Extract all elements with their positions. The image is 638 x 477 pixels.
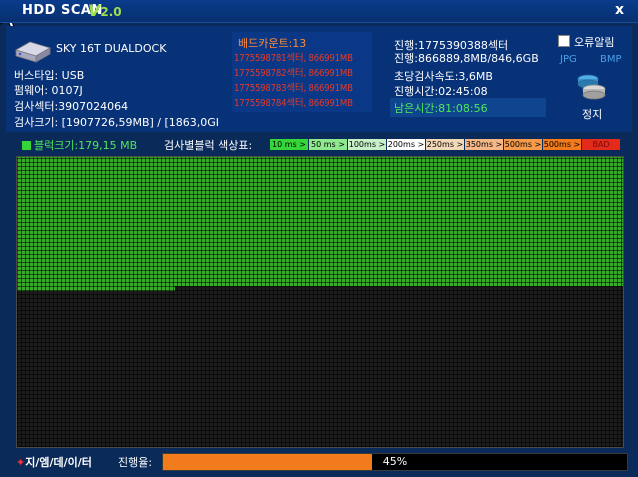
error-alarm-label: 오류알림 — [574, 36, 615, 49]
progress-text: 45% — [382, 455, 408, 468]
error-alarm-checkbox[interactable] — [558, 35, 570, 47]
legend-cell: 350ms > — [465, 139, 503, 150]
legend-cell: 250ms > — [426, 139, 464, 150]
error-alarm-option[interactable]: 오류알림 — [558, 34, 614, 50]
legend-row: 블럭크기:179,15 MB 검사별블럭 색상표: 10 ms >50 ms >… — [6, 134, 632, 154]
scan-size: 검사크기: [1907726,59MB] / [1863,0GI — [14, 116, 220, 129]
progress-amount: 진행:866889,8MB/846,6GB — [394, 52, 539, 65]
info-panel: SKY 16T DUALDOCK 버스타입: USB 펌웨어: 0107J 검사… — [6, 26, 632, 132]
bad-count: 배드카운트:13 — [238, 37, 307, 50]
block-size-swatch — [22, 141, 31, 150]
scan-speed: 초당검사속도:3,6MB — [394, 70, 493, 83]
remaining-time: 남은시간:81:08:56 — [394, 102, 488, 115]
progress-label: 진행율: — [118, 456, 153, 469]
remaining-time-box: 남은시간:81:08:56 — [390, 98, 546, 117]
block-size: 블럭크기:179,15 MB — [22, 137, 137, 153]
firmware: 펌웨어: 0107J — [14, 84, 83, 97]
format-jpg-option[interactable]: JPG — [560, 54, 577, 65]
title-bar: HDD SCAN V2.0 x — [0, 0, 638, 23]
brand-star-icon: ✦ — [16, 456, 26, 469]
stop-drives-icon[interactable] — [576, 70, 608, 102]
bus-type: 버스타입: USB — [14, 69, 85, 82]
legend-cell: 500ms > — [543, 139, 581, 150]
stop-button-label[interactable]: 정지 — [582, 106, 602, 122]
version-number: 2.0 — [100, 5, 122, 19]
bad-entry: 1775598784섹터, 866991MB — [234, 98, 353, 109]
app-version: V2.0 — [88, 1, 122, 20]
bad-entry: 1775598781섹터, 866991MB — [234, 53, 353, 64]
drive-name: SKY 16T DUALDOCK — [56, 42, 167, 55]
brand: ✦지/엠/데/이/터 — [16, 454, 92, 470]
legend-cell: BAD — [582, 139, 620, 150]
close-button[interactable]: x — [615, 2, 624, 18]
hard-drive-icon — [14, 41, 52, 63]
progress-bar: 45% — [162, 453, 628, 471]
progress-info-box: 진행:1775390388섹터 진행:866889,8MB/846,6GB 초당… — [390, 32, 550, 124]
block-size-label: 블럭크기:179,15 MB — [34, 139, 138, 152]
legend-cell: 50 ms > — [309, 139, 347, 150]
scan-block-grid — [16, 156, 624, 448]
legend-cell: 200ms > — [387, 139, 425, 150]
grid-lines — [17, 157, 623, 447]
elapsed-time: 진행시간:02:45:08 — [394, 85, 488, 98]
bad-entry: 1775598783섹터, 866991MB — [234, 83, 353, 94]
format-bmp-option[interactable]: BMP — [600, 54, 622, 65]
version-letter: V — [88, 1, 101, 20]
bad-sector-box: 배드카운트:13 1775598781섹터, 866991MB 17755987… — [232, 32, 372, 112]
legend-cell: 100ms > — [348, 139, 386, 150]
legend-label: 검사별블럭 색상표: — [164, 139, 253, 152]
footer: ✦지/엠/데/이/터 진행율: 45% — [6, 450, 632, 474]
legend-cell: 10 ms > — [270, 139, 308, 150]
legend-cell: 500ms > — [504, 139, 542, 150]
brand-label: 지/엠/데/이/터 — [25, 456, 92, 469]
bad-entry: 1775598782섹터, 866991MB — [234, 68, 353, 79]
scan-sectors: 검사섹터:3907024064 — [14, 100, 129, 113]
